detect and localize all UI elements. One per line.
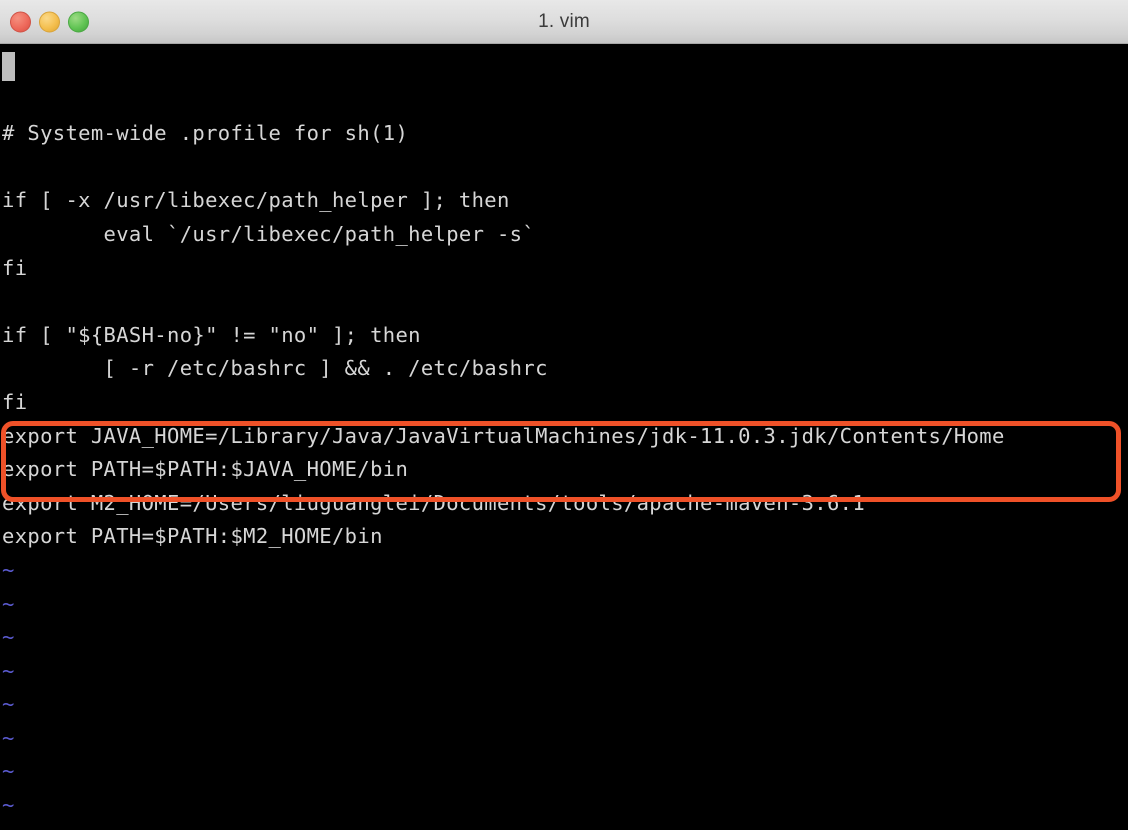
buffer-text-line: fi bbox=[2, 255, 28, 280]
window-title: 1. vim bbox=[538, 10, 590, 32]
text-cursor bbox=[2, 51, 15, 81]
buffer-text-line: if [ -x /usr/libexec/path_helper ]; then bbox=[2, 188, 510, 213]
minimize-button-icon[interactable] bbox=[39, 11, 60, 32]
buffer-blank-line bbox=[0, 84, 1128, 118]
close-button-icon[interactable] bbox=[10, 11, 31, 32]
vim-empty-line-marker: ~ bbox=[2, 658, 15, 683]
vim-empty-line-marker: ~ bbox=[2, 725, 15, 750]
buffer-blank-line bbox=[0, 151, 1128, 185]
vim-empty-line-marker: ~ bbox=[2, 625, 15, 650]
vim-terminal-window: 1. vim # System-wide .profile for sh(1) i… bbox=[0, 0, 1128, 830]
vim-cursor-line bbox=[0, 50, 1128, 84]
buffer-text-line: [ -r /etc/bashrc ] && . /etc/bashrc bbox=[2, 356, 548, 381]
buffer-text-line: if [ "${BASH-no}" != "no" ]; then bbox=[2, 322, 421, 347]
window-titlebar[interactable]: 1. vim bbox=[0, 0, 1128, 44]
buffer-text-line: export PATH=$PATH:$JAVA_HOME/bin bbox=[2, 457, 409, 482]
buffer-text-line: export PATH=$PATH:$M2_HOME/bin bbox=[2, 524, 383, 549]
terminal-content-area[interactable]: # System-wide .profile for sh(1) if [ -x … bbox=[0, 44, 1128, 830]
vim-empty-line-marker: ~ bbox=[2, 591, 15, 616]
buffer-text-line: export JAVA_HOME=/Library/Java/JavaVirtu… bbox=[2, 423, 1005, 448]
zoom-button-icon[interactable] bbox=[68, 11, 89, 32]
buffer-blank-line bbox=[0, 285, 1128, 319]
buffer-text-line: # System-wide .profile for sh(1) bbox=[2, 121, 409, 146]
buffer-text-line: fi bbox=[2, 389, 28, 414]
buffer-text-line: export M2_HOME=/Users/liuguanglei/Docume… bbox=[2, 490, 866, 515]
vim-empty-line-marker: ~ bbox=[2, 557, 15, 582]
vim-empty-line-marker: ~ bbox=[2, 692, 15, 717]
vim-empty-line-marker: ~ bbox=[2, 793, 15, 818]
vim-empty-line-marker: ~ bbox=[2, 759, 15, 784]
vim-text-buffer[interactable]: # System-wide .profile for sh(1) if [ -x … bbox=[0, 44, 1128, 823]
window-controls bbox=[10, 11, 89, 32]
buffer-text-line: eval `/usr/libexec/path_helper -s` bbox=[2, 221, 536, 246]
